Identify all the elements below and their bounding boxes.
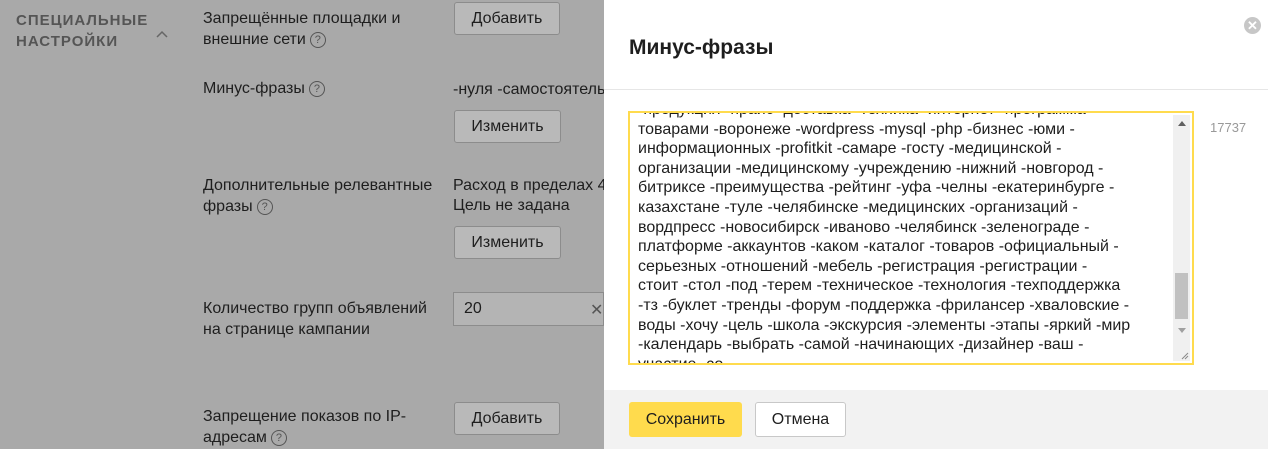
textarea-line: участие -со [638,355,724,365]
blocked-sites-label: Запрещённые площадки и внешние сети? [203,10,401,48]
textarea-content[interactable]: -продукция -прайс -доставка -техника -ин… [638,113,1158,365]
scroll-down-arrow-icon[interactable] [1178,328,1186,333]
textarea-line: вордпресс -новосибирск -иваново -челябин… [638,218,1090,236]
negative-phrases-value: -нуля -самостоятель [453,81,606,98]
extra-phrases-goal: Цель не задана [453,197,570,214]
textarea-line: информационных -profitkit -самаре -госту… [638,140,1062,158]
section-title: СПЕЦИАЛЬНЫЕ НАСТРОЙКИ [16,12,149,50]
cancel-button[interactable]: Отмена [755,402,846,437]
modal-title: Минус-фразы [629,36,774,59]
textarea-line: организации -медицинскому -учреждению -н… [638,159,1104,177]
textarea-line: -тз -буклет -тренды -форум -поддержка -ф… [638,296,1130,314]
negative-phrases-modal: Минус-фразы ✕ -продукция -прайс -доставк… [604,0,1268,449]
textarea-line: воды -хочу -цель -школа -экскурсия -элем… [638,316,1131,334]
textarea-line: платформе -аккаунтов -каком -каталог -то… [638,238,1119,256]
textarea-line: -календарь -выбрать -самой -начинающих -… [638,336,1084,354]
clear-icon[interactable]: ✕ [590,300,603,320]
help-icon[interactable]: ? [270,429,287,446]
scrollbar[interactable] [1173,115,1190,361]
textarea-line: -продукция -прайс -доставка -техника -ин… [638,113,1158,120]
add-blocked-sites-button[interactable]: Добавить [454,2,560,35]
extra-phrases-label: Дополнительные релевантные фразы? [203,177,433,215]
edit-extra-phrases-button[interactable]: Изменить [454,226,561,259]
textarea-line: стоит -стол -под -терем -техническое -те… [638,277,1121,295]
scroll-up-arrow-icon[interactable] [1178,121,1186,126]
char-counter: 17737 [1210,120,1247,135]
help-icon[interactable]: ? [308,80,325,97]
negative-phrases-label: Минус-фразы? [203,78,433,99]
save-button[interactable]: Сохранить [629,402,742,437]
negative-phrases-textarea[interactable]: -продукция -прайс -доставка -техника -ин… [628,111,1194,365]
help-icon[interactable]: ? [256,198,273,215]
groups-per-page-label: Количество групп объявлений на странице … [203,300,427,338]
chevron-up-icon[interactable] [156,28,168,40]
close-icon[interactable]: ✕ [1244,17,1261,34]
textarea-line: казахстане -туле -челябинске -медицински… [638,198,1078,216]
groups-per-page-input[interactable]: 20 [453,292,604,326]
ip-block-label: Запрещение показов по IP-адресам? [203,408,407,446]
add-ip-block-button[interactable]: Добавить [454,402,560,435]
textarea-line: товарами -воронеже -wordpress -mysql -ph… [638,120,1075,138]
edit-negative-phrases-button[interactable]: Изменить [454,110,561,143]
settings-panel: СПЕЦИАЛЬНЫЕ НАСТРОЙКИ Запрещённые площад… [0,0,607,449]
resize-grip-icon[interactable] [1181,352,1189,360]
modal-footer: Сохранить Отмена [604,390,1268,449]
help-icon[interactable]: ? [309,31,326,48]
textarea-line: битриксе -преимущества -рейтинг -уфа -че… [638,179,1115,197]
divider [604,89,1268,90]
extra-phrases-budget: Расход в пределах 4 [453,177,607,194]
textarea-line: серьезных -отношений -мебель -регистраци… [638,257,1088,275]
scrollbar-thumb[interactable] [1175,273,1188,319]
